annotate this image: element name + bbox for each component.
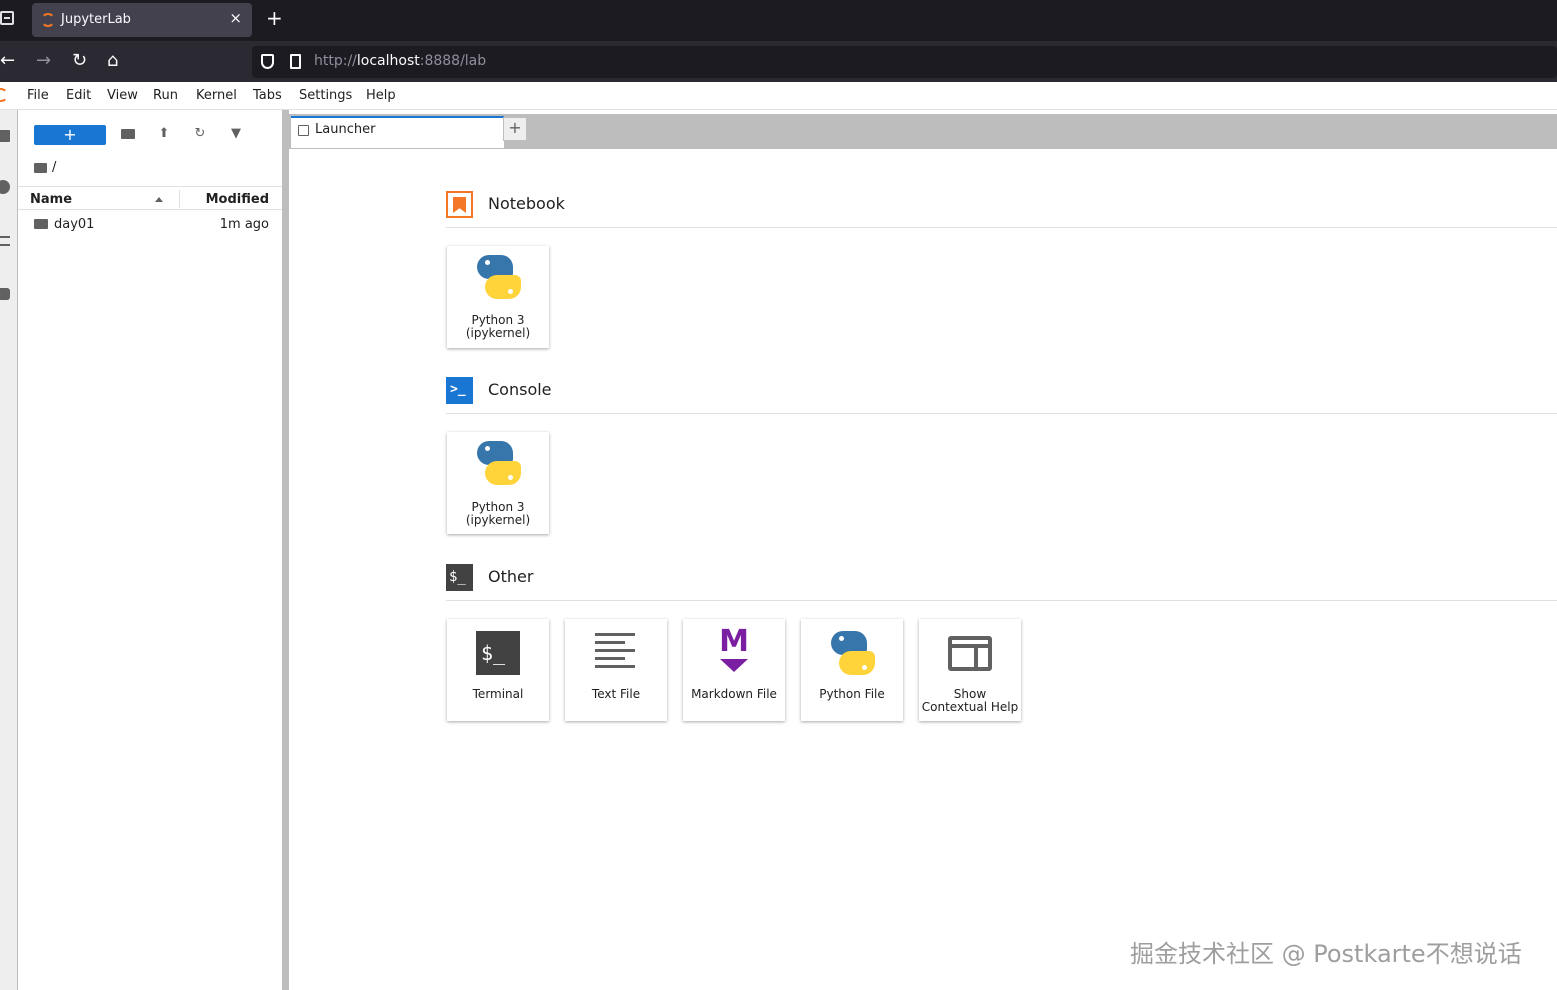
card-contextual-help[interactable]: Show Contextual Help bbox=[919, 619, 1021, 721]
card-label: Python 3 (ipykernel) bbox=[447, 314, 549, 340]
watermark: 掘金技术社区 @ Postkarte不想说话 bbox=[1130, 940, 1522, 968]
menu-view[interactable]: View bbox=[107, 88, 138, 103]
url-host: localhost bbox=[356, 53, 420, 69]
section-other: $_ Other bbox=[446, 564, 1557, 601]
menu-edit[interactable]: Edit bbox=[66, 88, 91, 103]
card-markdown-file[interactable]: M Markdown File bbox=[683, 619, 785, 721]
markdown-m-glyph: M bbox=[719, 624, 749, 659]
jupyter-menubar: File Edit View Run Kernel Tabs Settings … bbox=[0, 82, 1557, 110]
card-console-python3[interactable]: Python 3 (ipykernel) bbox=[447, 432, 549, 534]
add-tab-button[interactable]: + bbox=[503, 117, 527, 141]
launcher-panel: Notebook Python 3 (ipykernel) >_ Console… bbox=[289, 149, 1557, 990]
python-logo-icon bbox=[477, 441, 521, 485]
running-sessions-icon[interactable] bbox=[0, 180, 10, 194]
section-notebook: Notebook bbox=[446, 191, 1557, 228]
markdown-icon: M bbox=[717, 627, 751, 675]
sort-ascending-icon[interactable] bbox=[155, 197, 163, 202]
tab-launcher[interactable]: Launcher bbox=[291, 116, 504, 149]
python-logo-icon bbox=[831, 631, 875, 675]
card-label-text-file: Text File bbox=[591, 687, 641, 701]
menu-run[interactable]: Run bbox=[153, 88, 178, 103]
card-label-markdown-file: Markdown File bbox=[691, 687, 777, 701]
url-bar[interactable]: http://localhost:8888/lab bbox=[252, 46, 1557, 78]
card-label-line2: (ipykernel) bbox=[465, 326, 531, 340]
terminal-dollar-icon: $_ bbox=[446, 564, 473, 591]
section-title-console: Console bbox=[488, 380, 552, 399]
card-terminal[interactable]: $_ Terminal bbox=[447, 619, 549, 721]
left-activity-bar bbox=[0, 110, 18, 990]
column-divider[interactable] bbox=[179, 190, 180, 208]
file-name: day01 bbox=[54, 217, 95, 232]
file-browser-panel: + ⬆ ↻ ▼ / Name Modified day01 1m ago bbox=[18, 110, 282, 990]
column-modified-header[interactable]: Modified bbox=[206, 192, 269, 207]
folder-icon[interactable] bbox=[34, 163, 47, 173]
menu-file[interactable]: File bbox=[27, 88, 49, 103]
card-label: Show Contextual Help bbox=[919, 688, 1021, 714]
card-notebook-python3[interactable]: Python 3 (ipykernel) bbox=[447, 246, 549, 348]
new-launcher-button[interactable]: + bbox=[34, 125, 106, 145]
text-file-icon bbox=[595, 633, 635, 673]
launcher-tab-title: Launcher bbox=[315, 122, 376, 137]
jupyter-favicon-icon bbox=[41, 13, 55, 27]
tab-list-icon[interactable] bbox=[0, 11, 14, 25]
menu-tabs[interactable]: Tabs bbox=[253, 88, 282, 103]
home-icon[interactable]: ⌂ bbox=[107, 50, 118, 72]
panel-splitter[interactable] bbox=[282, 110, 289, 990]
python-logo-icon bbox=[477, 255, 521, 299]
card-label: Python 3 (ipykernel) bbox=[447, 501, 549, 527]
filter-icon[interactable]: ▼ bbox=[228, 126, 244, 142]
card-label-python-file: Python File bbox=[819, 687, 885, 701]
close-tab-icon[interactable]: × bbox=[229, 9, 242, 27]
back-arrow-icon[interactable]: ← bbox=[0, 50, 15, 72]
column-name-header[interactable]: Name bbox=[30, 192, 72, 207]
forward-arrow-icon[interactable]: → bbox=[36, 50, 51, 72]
breadcrumb-root[interactable]: / bbox=[52, 160, 56, 175]
browser-tab-jupyterlab[interactable]: JupyterLab × bbox=[32, 3, 252, 37]
new-tab-button[interactable]: + bbox=[266, 6, 283, 30]
refresh-icon[interactable]: ↻ bbox=[192, 126, 208, 142]
menu-help[interactable]: Help bbox=[366, 88, 396, 103]
file-browser-toolbar: + ⬆ ↻ ▼ bbox=[18, 110, 282, 156]
url-path: :8888/lab bbox=[419, 53, 487, 69]
shield-icon[interactable] bbox=[261, 54, 274, 69]
page-info-icon[interactable] bbox=[290, 54, 301, 69]
url-text[interactable]: http://localhost:8888/lab bbox=[314, 53, 486, 69]
file-row-day01[interactable]: day01 1m ago bbox=[18, 214, 282, 236]
section-title-other: Other bbox=[488, 567, 534, 586]
jupyter-logo-icon bbox=[0, 88, 8, 102]
browser-tab-title: JupyterLab bbox=[61, 12, 131, 27]
notebook-icon bbox=[446, 191, 473, 218]
section-console: >_ Console bbox=[446, 377, 1557, 414]
card-label-line2: Contextual Help bbox=[921, 700, 1019, 714]
card-label-line2: (ipykernel) bbox=[465, 513, 531, 527]
extension-puzzle-icon[interactable] bbox=[0, 288, 10, 300]
folder-icon bbox=[34, 219, 48, 229]
contextual-help-icon bbox=[948, 636, 992, 671]
table-of-contents-icon[interactable] bbox=[0, 236, 10, 246]
console-icon: >_ bbox=[446, 377, 473, 404]
card-python-file[interactable]: Python File bbox=[801, 619, 903, 721]
file-browser-icon[interactable] bbox=[0, 130, 10, 142]
browser-tabbar: JupyterLab × + bbox=[0, 0, 1557, 41]
section-divider bbox=[446, 600, 1557, 601]
card-label-terminal: Terminal bbox=[472, 687, 524, 701]
menu-settings[interactable]: Settings bbox=[299, 88, 352, 103]
url-scheme: http:// bbox=[314, 53, 357, 69]
card-text-file[interactable]: Text File bbox=[565, 619, 667, 721]
file-list-header: Name Modified bbox=[18, 186, 282, 210]
browser-navbar: ← → ↻ ⌂ http://localhost:8888/lab bbox=[0, 41, 1557, 82]
section-title-notebook: Notebook bbox=[488, 194, 565, 213]
file-modified: 1m ago bbox=[219, 217, 269, 232]
section-divider bbox=[446, 227, 1557, 228]
new-folder-icon[interactable] bbox=[120, 126, 136, 142]
menu-kernel[interactable]: Kernel bbox=[196, 88, 237, 103]
reload-icon[interactable]: ↻ bbox=[72, 50, 87, 72]
dock-tabbar: Launcher + bbox=[289, 110, 1557, 149]
section-divider bbox=[446, 413, 1557, 414]
upload-icon[interactable]: ⬆ bbox=[156, 126, 172, 142]
launcher-tab-icon bbox=[298, 125, 309, 136]
terminal-icon: $_ bbox=[476, 631, 520, 675]
